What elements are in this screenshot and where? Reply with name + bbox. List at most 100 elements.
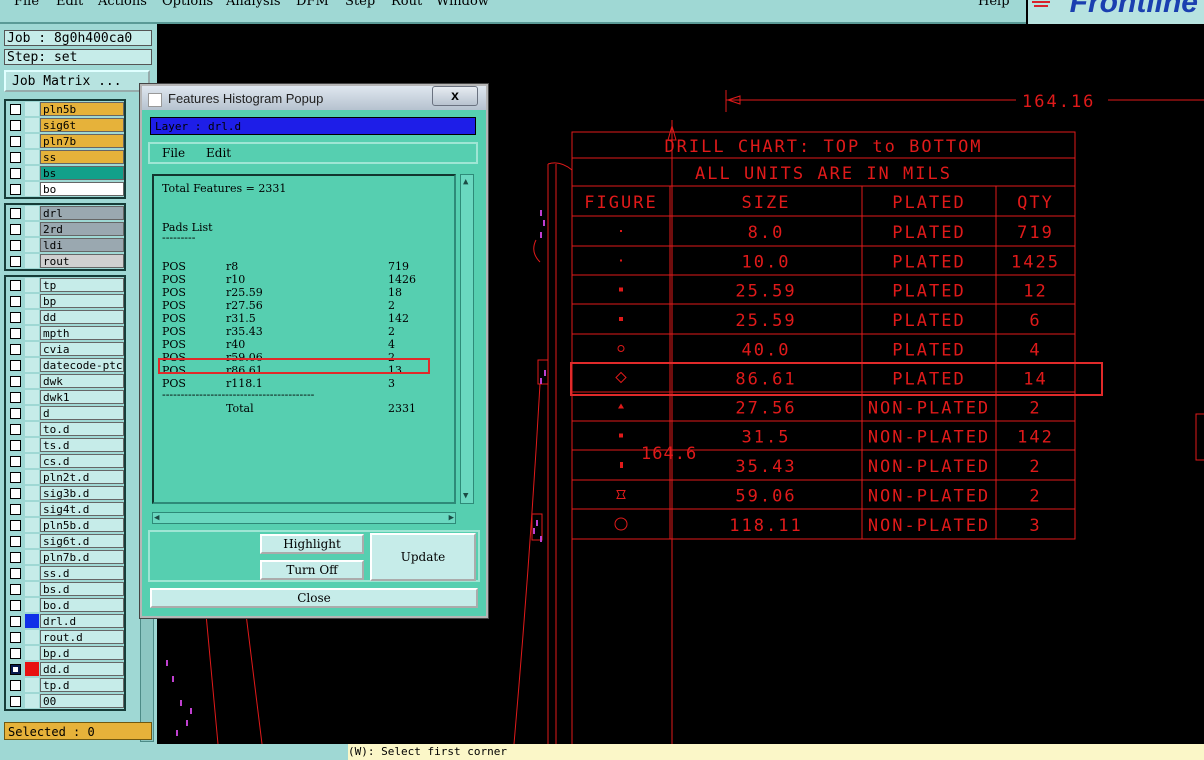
menu-file[interactable]: File [162,144,185,162]
drill-chart-plated: NON-PLATED [868,516,990,536]
figure-circle-large-icon [614,517,628,531]
drill-chart-qty: 4 [1029,341,1041,361]
drill-chart-size: 31.5 [742,428,791,448]
popup-menu: File Edit [148,142,478,164]
drill-chart-plated: PLATED [892,223,965,243]
popup-titlebar[interactable]: Features Histogram Popup x [142,86,486,110]
menu-help[interactable]: Help [978,0,1010,9]
drill-chart-size: 59.06 [735,487,796,507]
drill-chart-header: QTY [1017,193,1054,213]
job-matrix-button[interactable]: Job Matrix ... [4,70,150,92]
update-button[interactable]: Update [370,533,476,581]
drill-chart-size: 35.43 [735,457,796,477]
pad-pol: POS [162,273,186,286]
pad-count: 18 [388,286,402,299]
drill-chart-size: 27.56 [735,399,796,419]
dimension-side-label: 164.6 [641,444,697,464]
histogram-text[interactable]: Total Features = 2331 Pads List --------… [152,174,456,504]
drill-chart-plated: PLATED [892,311,965,331]
figure-triangle-icon [618,403,624,409]
drill-chart-plated: NON-PLATED [868,457,990,477]
step-name: Step: set [4,49,152,65]
total-value: 2331 [388,402,416,415]
total-row: Total 2331 [162,402,442,415]
layer-label: Layer : drl.d [150,117,476,135]
board-edge-line [547,164,557,744]
pad-pol: POS [162,312,186,325]
layer-group-frame [4,275,126,711]
via-marker [540,210,542,216]
turn-off-button[interactable]: Turn Off [260,560,364,580]
drill-chart-plated: NON-PLATED [868,487,990,507]
close-button[interactable]: Close [150,588,478,608]
drill-chart-plated: NON-PLATED [868,399,990,419]
scroll-left-icon[interactable]: ◀ [154,513,159,523]
pad-count: 142 [388,312,409,325]
figure-square-icon [619,317,623,321]
pad-sym: r8 [226,260,239,273]
drill-chart-size: 8.0 [748,223,785,243]
drill-chart-qty: 2 [1029,399,1041,419]
via-marker [176,730,178,736]
board-tab [537,359,549,385]
text-vertical-scrollbar[interactable]: ▲ ▼ [460,174,474,504]
pad-row: POS r31.5 142 [162,312,442,325]
via-marker [540,232,542,238]
scroll-right-icon[interactable]: ▶ [449,513,454,523]
close-window-button[interactable]: x [432,86,478,106]
drill-chart-qty: 142 [1017,428,1054,448]
pad-count: 1426 [388,273,416,286]
scroll-up-icon[interactable]: ▲ [463,177,468,187]
pad-sym: r35.43 [226,325,263,338]
via-marker [540,536,542,542]
menu-file[interactable]: File [14,0,39,9]
drill-chart-plated: PLATED [892,253,965,273]
via-marker [544,370,546,376]
pad-sym: r25.59 [226,286,263,299]
pad-pol: POS [162,299,186,312]
pad-count: 2 [388,325,395,338]
drill-chart-size: 86.61 [735,370,796,390]
scroll-down-icon[interactable]: ▼ [463,491,468,501]
drill-chart-qty: 3 [1029,516,1041,536]
pads-list-underline: --------- [162,231,196,244]
figure-square-icon [619,433,623,438]
menu-edit[interactable]: Edit [56,0,83,9]
highlight-button[interactable]: Highlight [260,534,364,554]
via-marker [186,720,188,726]
menu-rout[interactable]: Rout [391,0,422,9]
board-notch [533,239,541,263]
drill-chart-size: 25.59 [735,311,796,331]
figure-hourglass-icon [616,490,626,499]
layer-panel: Job : 8g0h400ca0 Step: set Job Matrix ..… [0,24,157,744]
pad-sym: r31.5 [226,312,256,325]
drill-chart-plated: PLATED [892,282,965,302]
menu-window[interactable]: Window [436,0,489,9]
board-curve-line [513,383,541,744]
pad-sym: r27.56 [226,299,263,312]
dimension-top-label: 164.16 [1022,92,1095,112]
menu-edit[interactable]: Edit [206,144,231,162]
trace-lines [205,613,263,744]
drill-chart-plated: PLATED [892,341,965,361]
via-marker [190,708,192,714]
drill-chart-qty: 6 [1029,311,1041,331]
figure-diamond-icon [615,371,627,384]
features-histogram-popup: Features Histogram Popup x Layer : drl.d… [140,84,488,618]
board-outline-curve [547,162,573,744]
menu-options[interactable]: Options [162,0,213,9]
highlight-annotation [158,358,430,374]
figure-dot-icon [620,230,622,232]
pad-row: POS r40 4 [162,338,442,351]
pad-sym: r10 [226,273,246,286]
drill-chart-header: FIGURE [584,193,657,213]
total-divider: ----------------------------------------… [162,388,315,401]
menu-analysis[interactable]: Analysis [226,0,281,9]
drill-chart-size: 25.59 [735,282,796,302]
pad-row: POS r35.43 2 [162,325,442,338]
menu-actions[interactable]: Actions [98,0,147,9]
menu-dfm[interactable]: DFM [296,0,329,9]
text-horizontal-scrollbar[interactable]: ◀ ▶ [152,512,456,524]
brand-name: Frontline [1069,0,1198,19]
menu-step[interactable]: Step [345,0,375,9]
